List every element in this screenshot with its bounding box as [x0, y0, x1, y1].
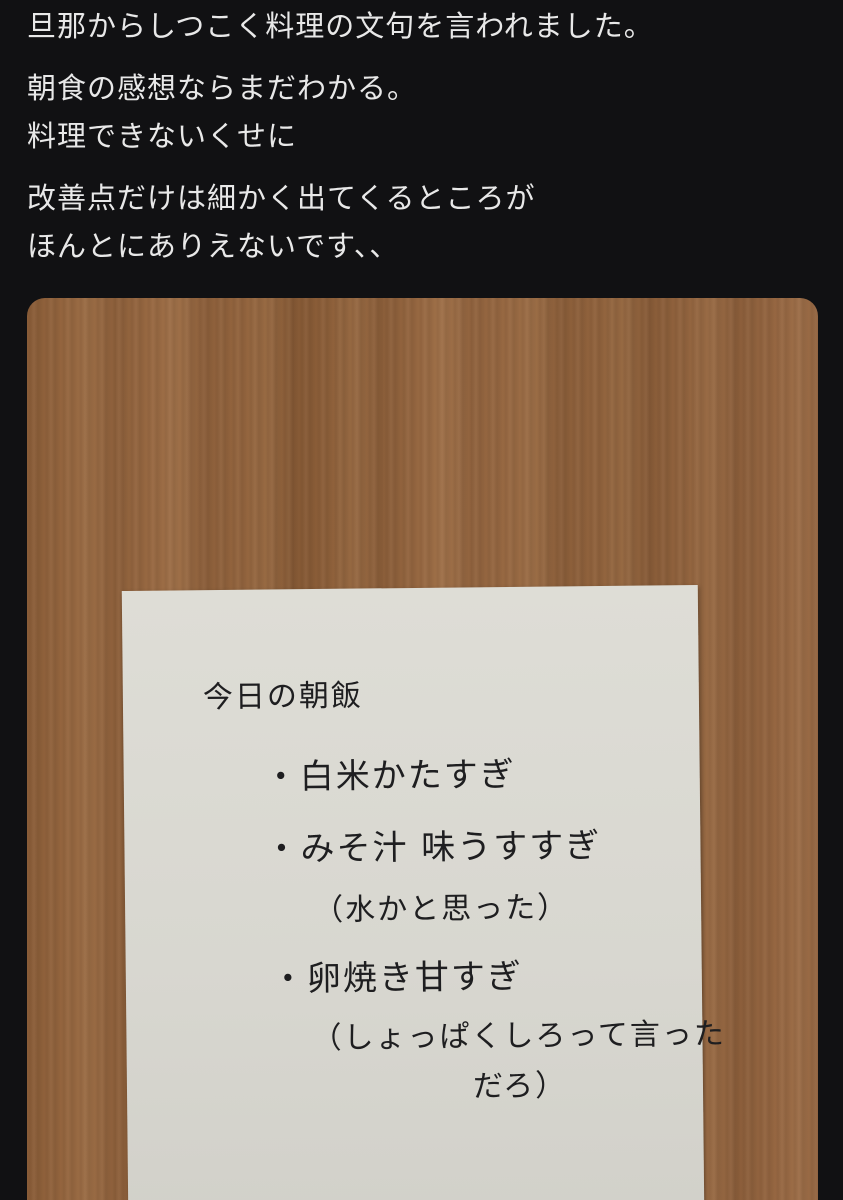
note-item: （しょっぱくしろって言った [311, 1016, 727, 1057]
post-paragraph: 改善点だけは細かく出てくるところが ほんとにありえないです、、 [27, 174, 827, 270]
post-line: ほんとにありえないです、、 [27, 229, 400, 263]
note-item: ・卵焼き甘すぎ [270, 956, 524, 1000]
post-line: 朝食の感想ならまだわかる。 [27, 71, 418, 105]
post-line: 料理できないくせに [27, 119, 298, 153]
post-paragraph: 朝食の感想ならまだわかる。 料理できないくせに [27, 64, 827, 160]
note-item: ・みそ汁 味うすすぎ [264, 826, 602, 870]
note-item: ・白米かたすぎ [263, 754, 516, 798]
post-line: 改善点だけは細かく出てくるところが [27, 181, 536, 215]
post-paragraph: 旦那からしつこく料理の文句を言われました。 [27, 2, 827, 50]
attached-photo[interactable]: 今日の朝飯 ・白米かたすぎ ・みそ汁 味うすすぎ （水かと思った） ・卵焼き甘す… [27, 298, 818, 1200]
note-item: （水かと思った） [312, 890, 570, 929]
post-line: 旦那からしつこく料理の文句を言われました。 [27, 9, 654, 43]
note-item: だろ） [472, 1068, 568, 1105]
note-title: 今日の朝飯 [202, 678, 364, 716]
sticky-note: 今日の朝飯 ・白米かたすぎ ・みそ汁 味うすすぎ （水かと思った） ・卵焼き甘す… [121, 585, 726, 1200]
post-text: 旦那からしつこく料理の文句を言われました。 朝食の感想ならまだわかる。 料理でき… [27, 0, 827, 270]
